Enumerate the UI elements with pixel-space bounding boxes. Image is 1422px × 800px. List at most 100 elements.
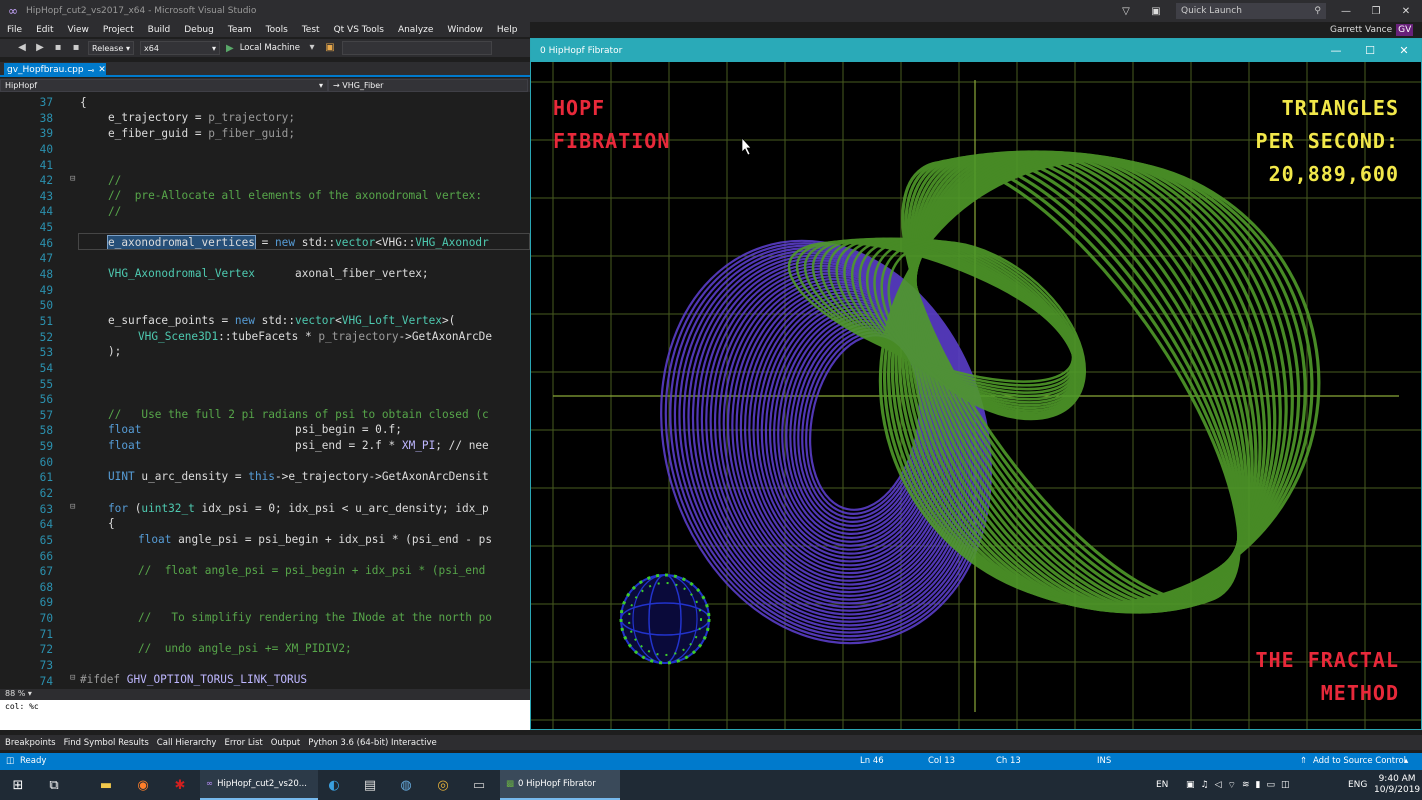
collapse-icon[interactable]: ⊟	[70, 673, 75, 683]
upload-icon[interactable]: ⇑	[1300, 756, 1307, 766]
volume-icon[interactable]: ◁	[1215, 780, 1222, 790]
display-icon[interactable]: ▭	[1266, 780, 1275, 790]
user-avatar: GV	[1396, 24, 1414, 36]
menu-debug[interactable]: Debug	[184, 25, 214, 35]
maximize-icon[interactable]: ☐	[1353, 39, 1387, 62]
network-icon[interactable]: ⌔	[1228, 780, 1236, 791]
code-line-39: e_fiber_guid = p_fiber_guid;	[108, 127, 295, 140]
input-language[interactable]: EN	[1156, 770, 1168, 800]
status-icon: ◫	[6, 756, 15, 766]
menu-test[interactable]: Test	[302, 25, 320, 35]
menu-tools[interactable]: Tools	[266, 25, 288, 35]
code-token: u_arc_density =	[134, 470, 249, 483]
menu-edit[interactable]: Edit	[36, 25, 53, 35]
find-combo[interactable]	[342, 41, 493, 55]
game-app-icon[interactable]: ✱	[168, 770, 192, 800]
terminal-icon[interactable]: ▭	[467, 770, 491, 800]
tab-error-list[interactable]: Error List	[224, 738, 262, 748]
menu-build[interactable]: Build	[148, 25, 171, 35]
platform-dropdown[interactable]: x64 ▾	[140, 41, 220, 55]
tab-output[interactable]: Output	[271, 738, 301, 748]
firefox-icon[interactable]: ◉	[131, 770, 155, 800]
taskbar-visual-studio[interactable]: ∞ HipHopf_cut2_vs20...	[200, 770, 318, 800]
tab-breakpoints[interactable]: Breakpoints	[5, 738, 56, 748]
save-all-icon[interactable]: ▪	[70, 42, 82, 54]
close-icon[interactable]: ✕	[1396, 6, 1416, 17]
start-windows-icon[interactable]: ⊞	[6, 770, 30, 800]
menu-team[interactable]: Team	[228, 25, 252, 35]
line-number: 56	[39, 393, 53, 407]
keyboard-language[interactable]: ENG	[1348, 770, 1367, 800]
action-center-icon[interactable]: ▣	[1186, 780, 1195, 790]
code-token: this	[248, 470, 275, 483]
notepad-icon[interactable]: ▤	[358, 770, 382, 800]
menu-file[interactable]: File	[7, 25, 22, 35]
collapse-icon[interactable]: ⊟	[70, 502, 75, 512]
menu-project[interactable]: Project	[103, 25, 134, 35]
menu-qt-vs-tools[interactable]: Qt VS Tools	[334, 25, 384, 35]
taskbar-fibrator[interactable]: ▩ 0 HipHopf Fibrator	[500, 770, 620, 800]
clock[interactable]: 9:40 AM 10/9/2019	[1374, 770, 1420, 800]
task-view-icon[interactable]: ⧉	[42, 770, 66, 800]
overlay-triangles-per-second: TRIANGLES PER SECOND: 20,889,600	[1256, 92, 1399, 191]
toolbox-icon[interactable]: ▣	[324, 42, 336, 54]
document-tab[interactable]: gv_Hopfbrau.cpp ⊸ ✕	[4, 63, 106, 77]
start-debugging-icon[interactable]: ▶	[226, 43, 234, 54]
add-to-source-control-button[interactable]: Add to Source Control	[1313, 756, 1406, 766]
menu-view[interactable]: View	[68, 25, 89, 35]
fibrator-app-icon: ▩	[506, 779, 515, 789]
filter-icon[interactable]: ▽	[1116, 6, 1136, 17]
zoom-level[interactable]: 88 %	[5, 689, 25, 698]
menu-analyze[interactable]: Analyze	[398, 25, 433, 35]
code-token: float	[108, 423, 142, 436]
line-number: 45	[39, 221, 53, 235]
code-editor[interactable]: 37 38 39 40 41 42 43 44 45 46 47 48 49 50 51 52 53 54 55 56…	[0, 94, 530, 688]
tab-call-hierarchy[interactable]: Call Hierarchy	[157, 738, 217, 748]
visual-studio-icon: ∞	[206, 779, 214, 789]
overlay-title: HOPF FIBRATION	[553, 92, 670, 158]
chrome-icon[interactable]: ◎	[431, 770, 455, 800]
navigate-back-icon[interactable]: ◀	[16, 42, 28, 54]
overlay-method-line-1: THE FRACTAL	[1255, 648, 1399, 672]
restore-icon[interactable]: ❐	[1366, 6, 1386, 17]
close-tab-icon[interactable]: ✕	[98, 65, 106, 75]
scope-dropdown[interactable]: → VHG_Fiber	[328, 78, 528, 92]
line-number: 47	[39, 252, 53, 266]
code-token: uint32_t	[141, 502, 195, 515]
menu-window[interactable]: Window	[447, 25, 483, 35]
user-account[interactable]: Garrett Vance GV	[1330, 22, 1414, 38]
code-line-67: // float angle_psi = psi_begin + idx_psi…	[138, 564, 486, 577]
collapse-icon[interactable]: ⊟	[70, 174, 75, 184]
power-icon[interactable]: ▮	[1256, 780, 1261, 790]
ide-window-title: HipHopf_cut2_vs2017_x64 - Microsoft Visu…	[26, 6, 257, 16]
configuration-dropdown[interactable]: Release ▾	[88, 41, 134, 55]
notifications-icon[interactable]: ▣	[1146, 6, 1166, 17]
line-number: 40	[39, 142, 53, 156]
file-explorer-icon[interactable]: ▬	[94, 770, 118, 800]
pin-icon[interactable]: ⊸	[88, 66, 95, 75]
quick-launch-input[interactable]: Quick Launch ⚲	[1176, 3, 1326, 19]
menu-help[interactable]: Help	[497, 25, 518, 35]
navigate-forward-icon[interactable]: ▶	[34, 42, 46, 54]
project-dropdown[interactable]: HipHopf ▾	[0, 78, 328, 92]
tab-python-interactive[interactable]: Python 3.6 (64-bit) Interactive	[308, 738, 436, 748]
chevron-up-icon[interactable]: ▴	[1404, 756, 1408, 766]
code-line-48: VHG_Axonodromal_Vertex axonal_fiber_vert…	[108, 267, 429, 280]
fibrator-render-canvas[interactable]: HOPF FIBRATION TRIANGLES PER SECOND: 20,…	[531, 62, 1421, 729]
close-icon[interactable]: ✕	[1387, 39, 1421, 62]
current-line-highlight	[78, 233, 530, 250]
tab-find-symbol-results[interactable]: Find Symbol Results	[64, 738, 149, 748]
chevron-down-icon[interactable]: ▾	[28, 689, 32, 698]
minimize-icon[interactable]: —	[1319, 39, 1353, 62]
notification-icon[interactable]: ◫	[1281, 780, 1290, 790]
edge-app-icon[interactable]: ◐	[322, 770, 346, 800]
globe-icon[interactable]: ◍	[394, 770, 418, 800]
output-pane[interactable]: col: %c	[0, 700, 530, 730]
save-icon[interactable]: ▪	[52, 42, 64, 54]
fibrator-window[interactable]: 0 HipHopf Fibrator — ☐ ✕ HOPF FIBRATION	[530, 38, 1422, 730]
chevron-down-icon[interactable]: ▾	[306, 42, 318, 54]
minimize-icon[interactable]: —	[1336, 6, 1356, 17]
run-target-button[interactable]: Local Machine	[240, 43, 300, 53]
microphone-icon[interactable]: ♫	[1201, 780, 1209, 790]
wifi-icon[interactable]: ≋	[1242, 780, 1250, 790]
